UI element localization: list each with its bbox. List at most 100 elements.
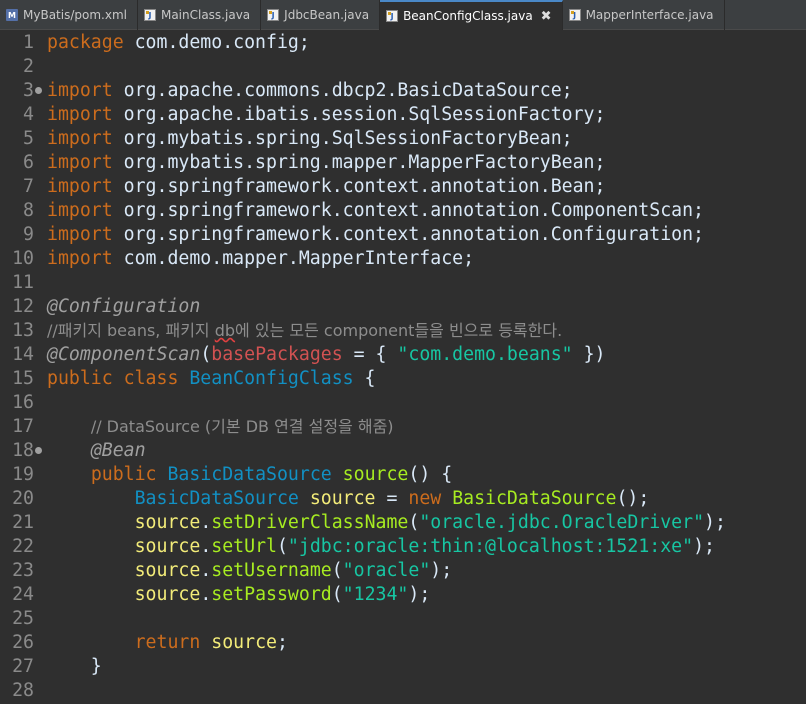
- code-line[interactable]: 26 return source;: [0, 631, 806, 655]
- code-content: import org.springframework.context.annot…: [47, 199, 704, 223]
- code-line[interactable]: 1 package com.demo.config;: [0, 31, 806, 55]
- code-line[interactable]: 5 import org.mybatis.spring.SqlSessionFac…: [0, 127, 806, 151]
- method-name: setPassword: [211, 584, 332, 605]
- code-line[interactable]: 9 import org.springframework.context.anno…: [0, 223, 806, 247]
- code-text: com.demo.mapper.MapperInterface;: [112, 248, 475, 269]
- code-line[interactable]: 8 import org.springframework.context.anno…: [0, 199, 806, 223]
- method-name: setDriverClassName: [211, 512, 409, 533]
- code-content: import org.springframework.context.annot…: [47, 223, 704, 247]
- variable-name: source: [309, 488, 376, 509]
- code-text: org.springframework.context.annotation.C…: [112, 200, 704, 221]
- line-number: 14: [12, 344, 34, 365]
- code-text: org.springframework.context.annotation.C…: [112, 224, 704, 245]
- close-tab-icon[interactable]: ✖: [541, 9, 552, 24]
- code-line[interactable]: 18 @Bean: [0, 439, 806, 463]
- line-number: 21: [12, 512, 34, 533]
- code-text: );: [430, 560, 453, 581]
- code-line[interactable]: 22 source.setUrl("jdbc:oracle:thin:@loca…: [0, 535, 806, 559]
- code-line[interactable]: 19 public BasicDataSource source() {: [0, 463, 806, 487]
- variable-name: source: [134, 536, 201, 557]
- tab-jdbcbean[interactable]: J JdbcBean.java: [261, 0, 381, 30]
- keyword: class: [123, 368, 179, 389]
- line-number: 23: [12, 560, 34, 581]
- code-line[interactable]: 21 source.setDriverClassName("oracle.jdb…: [0, 511, 806, 535]
- line-number: 18: [12, 440, 34, 461]
- fold-marker-icon[interactable]: [35, 87, 42, 94]
- code-content: import com.demo.mapper.MapperInterface;: [47, 247, 474, 271]
- code-line[interactable]: 6 import org.mybatis.spring.mapper.Mapper…: [0, 151, 806, 175]
- code-content: }: [47, 655, 102, 679]
- code-line[interactable]: 2: [0, 55, 806, 79]
- tab-mapperinterface[interactable]: J MapperInterface.java: [563, 0, 725, 30]
- line-number: 5: [23, 128, 34, 149]
- code-line[interactable]: 25: [0, 607, 806, 631]
- code-line[interactable]: 10 import com.demo.mapper.MapperInterface…: [0, 247, 806, 271]
- code-line[interactable]: 23 source.setUsername("oracle");: [0, 559, 806, 583]
- tab-label: JdbcBean.java: [284, 8, 370, 22]
- line-number: 11: [12, 272, 34, 293]
- code-line[interactable]: 28: [0, 679, 806, 703]
- code-content: return source;: [47, 631, 288, 655]
- tab-pom-xml[interactable]: M MyBatis/pom.xml: [0, 0, 138, 30]
- string-literal: "1234": [342, 584, 409, 605]
- code-line[interactable]: 7 import org.springframework.context.anno…: [0, 175, 806, 199]
- code-text: ;: [276, 632, 288, 653]
- code-text: (: [331, 560, 343, 581]
- code-text: .: [200, 584, 212, 605]
- code-text: org.mybatis.spring.SqlSessionFactoryBean…: [112, 128, 573, 149]
- code-line[interactable]: 17 // DataSource (기본 DB 연결 설정을 해줌): [0, 415, 806, 439]
- code-content: import org.apache.ibatis.session.SqlSess…: [47, 103, 605, 127]
- code-text: org.apache.ibatis.session.SqlSessionFact…: [112, 104, 606, 125]
- keyword: import: [47, 152, 113, 173]
- code-line[interactable]: 15 public class BeanConfigClass {: [0, 367, 806, 391]
- fold-marker-icon[interactable]: [35, 447, 42, 454]
- xml-file-icon: M: [6, 9, 18, 21]
- ide-window: M MyBatis/pom.xml J MainClass.java J JdbcBean…: [0, 0, 806, 704]
- code-text: = {: [342, 344, 398, 365]
- line-number: 24: [12, 584, 34, 605]
- code-line[interactable]: 11: [0, 271, 806, 295]
- keyword: import: [47, 80, 113, 101]
- variable-name: source: [134, 560, 201, 581]
- variable-name: source: [211, 632, 277, 653]
- code-line[interactable]: 13 //패키지 beans, 패키지 db에 있는 모든 component들을…: [0, 319, 806, 343]
- method-name: BasicDataSource: [452, 488, 617, 509]
- code-line[interactable]: 4 import org.apache.ibatis.session.SqlSes…: [0, 103, 806, 127]
- tab-mainclass[interactable]: J MainClass.java: [138, 0, 262, 30]
- string-literal: "jdbc:oracle:thin:@localhost:1521:xe": [287, 536, 694, 557]
- line-number: 13: [12, 320, 34, 341]
- code-line[interactable]: 24 source.setPassword("1234");: [0, 583, 806, 607]
- code-line[interactable]: 16: [0, 391, 806, 415]
- code-text: );: [693, 536, 715, 557]
- line-number: 4: [23, 104, 34, 125]
- code-content: @Configuration: [47, 295, 200, 319]
- line-number: 27: [12, 656, 34, 677]
- code-line[interactable]: 14 @ComponentScan(basePackages = { "com.d…: [0, 343, 806, 367]
- type-name: BeanConfigClass: [189, 368, 354, 389]
- code-text: (: [408, 512, 420, 533]
- string-literal: "oracle": [342, 560, 431, 581]
- code-content: source.setPassword("1234");: [47, 583, 431, 607]
- code-line[interactable]: 12 @Configuration: [0, 295, 806, 319]
- line-number: 19: [12, 464, 34, 485]
- code-text: (: [200, 344, 212, 365]
- tab-beanconfigclass[interactable]: J BeanConfigClass.java ✖: [380, 0, 563, 30]
- line-number: 10: [12, 248, 34, 269]
- code-content: source.setUrl("jdbc:oracle:thin:@localho…: [47, 535, 715, 559]
- code-line[interactable]: 3 import org.apache.commons.dbcp2.BasicDa…: [0, 79, 806, 103]
- code-line[interactable]: 20 BasicDataSource source = new BasicDat…: [0, 487, 806, 511]
- code-line[interactable]: 27 }: [0, 655, 806, 679]
- keyword: public: [47, 368, 113, 389]
- keyword: import: [47, 104, 113, 125]
- code-editor[interactable]: 1 package com.demo.config; 2 3 import org.ap…: [0, 30, 806, 704]
- comment-spelling-flag: db: [214, 321, 236, 340]
- keyword: return: [134, 632, 201, 653]
- code-text: org.apache.commons.dbcp2.BasicDataSource…: [112, 80, 573, 101]
- line-number: 20: [12, 488, 34, 509]
